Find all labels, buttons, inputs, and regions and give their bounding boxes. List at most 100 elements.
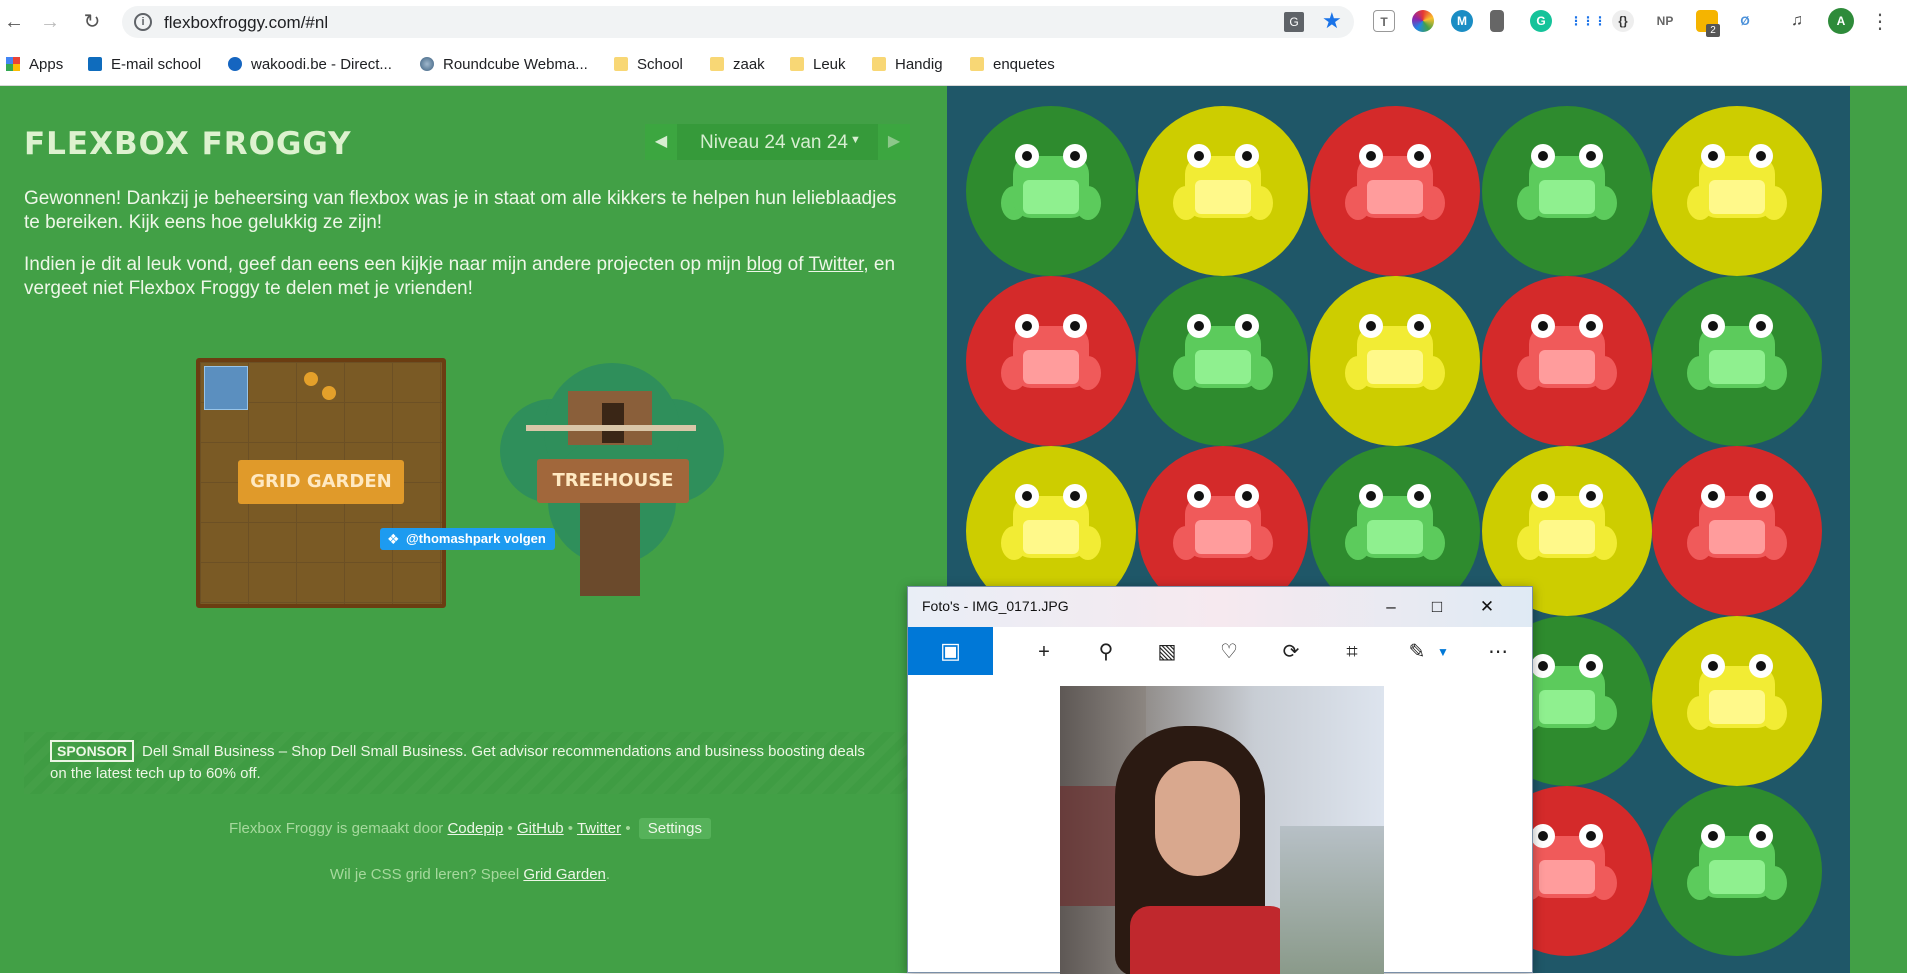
projects-text-mid: of: [782, 254, 809, 275]
green-frog: [1345, 476, 1445, 576]
maximize-icon[interactable]: □: [1414, 593, 1460, 621]
extension-badge: 2: [1706, 24, 1720, 37]
level-label[interactable]: Niveau 24 van 24: [700, 132, 848, 154]
green-lilypad: [1482, 106, 1652, 276]
folder-icon: [790, 57, 804, 71]
roundcube-icon: [420, 57, 434, 71]
bookmark-folder-school[interactable]: School: [614, 54, 683, 76]
sponsor-text[interactable]: Dell Small Business – Shop Dell Small Bu…: [50, 743, 865, 782]
grid-garden-link[interactable]: Grid Garden: [523, 866, 606, 883]
next-level-arrow-icon[interactable]: ▶: [878, 124, 910, 160]
m-extension-icon[interactable]: M: [1451, 10, 1473, 32]
bookmark-folder-zaak[interactable]: zaak: [710, 54, 765, 76]
np-extension-icon[interactable]: NP: [1651, 10, 1679, 32]
win-message: Gewonnen! Dankzij je beheersing van flex…: [24, 188, 897, 233]
red-lilypad: [966, 276, 1136, 446]
sponsor-banner[interactable]: SPONSOR Dell Small Business – Shop Dell S…: [24, 732, 908, 794]
bookmark-wakoodi[interactable]: wakoodi.be - Direct...: [228, 54, 392, 76]
photo-image: [1060, 686, 1384, 974]
close-icon[interactable]: ✕: [1464, 593, 1510, 621]
settings-button[interactable]: Settings: [638, 818, 711, 839]
translate-icon[interactable]: G: [1284, 12, 1304, 32]
edit-icon[interactable]: ✎: [1403, 639, 1431, 665]
photos-window-title: Foto's - IMG_0171.JPG: [922, 598, 1069, 614]
bookmark-star-icon[interactable]: ★: [1322, 8, 1342, 34]
image-view-icon[interactable]: ▣: [908, 627, 993, 675]
more-options-icon[interactable]: ⋯: [1484, 639, 1512, 665]
hidden-eye-icon[interactable]: Ø: [1734, 10, 1756, 32]
twitter-link[interactable]: Twitter: [808, 254, 863, 275]
promo-text: Wil je CSS grid leren? Speel: [329, 866, 520, 883]
grammarly-icon[interactable]: G: [1530, 10, 1552, 32]
delete-icon[interactable]: ▧: [1153, 639, 1181, 665]
profile-avatar[interactable]: A: [1828, 8, 1854, 34]
twitter-follow-button[interactable]: ❖ @thomashpark volgen: [380, 528, 555, 550]
yellow-frog: [1687, 136, 1787, 236]
red-lilypad: [1310, 106, 1480, 276]
add-icon[interactable]: +: [1030, 639, 1058, 665]
url-text[interactable]: flexboxfroggy.com/#nl: [164, 13, 328, 33]
forward-icon[interactable]: →: [38, 10, 62, 34]
wakoodi-icon: [228, 57, 242, 71]
projects-message: Indien je dit al leuk vond, geef dan een…: [24, 253, 904, 301]
yellow-frog: [1173, 136, 1273, 236]
zoom-icon[interactable]: ⚲: [1092, 639, 1120, 665]
grid-garden-card[interactable]: GRID GARDEN: [196, 358, 446, 608]
media-control-icon[interactable]: ♫: [1786, 10, 1808, 32]
level-selector[interactable]: ◀ Niveau 24 van 24 ▼ ▶: [645, 124, 910, 160]
favorite-heart-icon[interactable]: ♡: [1215, 639, 1243, 665]
photos-app-window[interactable]: Foto's - IMG_0171.JPG – □ ✕ ▣ + ⚲ ▧ ♡ ⟳ …: [907, 586, 1533, 974]
red-frog: [1345, 136, 1445, 236]
menu-kebab-icon[interactable]: ⋮: [1868, 10, 1892, 34]
level-dropdown-icon[interactable]: ▼: [850, 134, 861, 146]
text-extension-icon[interactable]: T: [1373, 10, 1395, 32]
folder-icon: [872, 57, 886, 71]
crop-icon[interactable]: ⌗: [1338, 639, 1366, 665]
color-picker-extension-icon[interactable]: [1412, 10, 1434, 32]
rotate-icon[interactable]: ⟳: [1277, 639, 1305, 665]
twitter-bird-icon: ❖: [387, 531, 400, 547]
bookmark-apps[interactable]: Apps: [6, 54, 63, 76]
follow-label: @thomashpark volgen: [406, 531, 546, 546]
chevron-down-icon[interactable]: ▼: [1429, 639, 1457, 665]
bookmark-label: Handig: [895, 56, 943, 73]
minimize-icon[interactable]: –: [1368, 593, 1414, 621]
bookmark-extension-icon[interactable]: [1490, 10, 1504, 32]
grid-garden-promo: Wil je CSS grid leren? Speel Grid Garden…: [329, 866, 611, 883]
github-link[interactable]: GitHub: [517, 820, 564, 837]
address-bar[interactable]: i flexboxfroggy.com/#nl G ★: [122, 6, 1354, 38]
bookmark-email-school[interactable]: E-mail school: [88, 54, 201, 76]
bookmark-label: E-mail school: [111, 56, 202, 73]
face: [1155, 761, 1240, 876]
yellow-lilypad: [1138, 106, 1308, 276]
green-lilypad: [1138, 276, 1308, 446]
grid-garden-label[interactable]: GRID GARDEN: [238, 460, 404, 504]
bookmark-label: Apps: [29, 56, 64, 73]
projects-text: Indien je dit al leuk vond, geef dan een…: [24, 254, 747, 275]
footer-twitter-link[interactable]: Twitter: [577, 820, 621, 837]
reload-icon[interactable]: ↻: [80, 10, 104, 34]
back-icon[interactable]: ←: [2, 10, 26, 34]
green-frog: [1687, 306, 1787, 406]
bookmark-folder-leuk[interactable]: Leuk: [790, 54, 846, 76]
red-frog: [1001, 306, 1101, 406]
bookmark-label: Leuk: [813, 56, 846, 73]
codepip-link[interactable]: Codepip: [447, 820, 503, 837]
folder-icon: [710, 57, 724, 71]
bookmark-folder-handig[interactable]: Handig: [872, 54, 943, 76]
green-lilypad: [1652, 786, 1822, 956]
site-info-icon[interactable]: i: [134, 13, 152, 31]
green-lilypad: [1652, 276, 1822, 446]
bookmark-folder-enquetes[interactable]: enquetes: [970, 54, 1055, 76]
blog-link[interactable]: blog: [746, 254, 782, 275]
bookmark-roundcube[interactable]: Roundcube Webma...: [420, 54, 588, 76]
sponsor-badge: SPONSOR: [50, 740, 135, 762]
prev-level-arrow-icon[interactable]: ◀: [645, 124, 677, 160]
photos-title-bar[interactable]: Foto's - IMG_0171.JPG – □ ✕: [908, 587, 1532, 627]
treehouse-label[interactable]: TREEHOUSE: [537, 459, 689, 503]
json-extension-icon[interactable]: {}: [1612, 10, 1634, 32]
bookmark-label: enquetes: [993, 56, 1055, 73]
yellow-frog: [1345, 306, 1445, 406]
grid-dots-icon[interactable]: ⋮⋮⋮: [1570, 10, 1606, 32]
green-lilypad: [966, 106, 1136, 276]
